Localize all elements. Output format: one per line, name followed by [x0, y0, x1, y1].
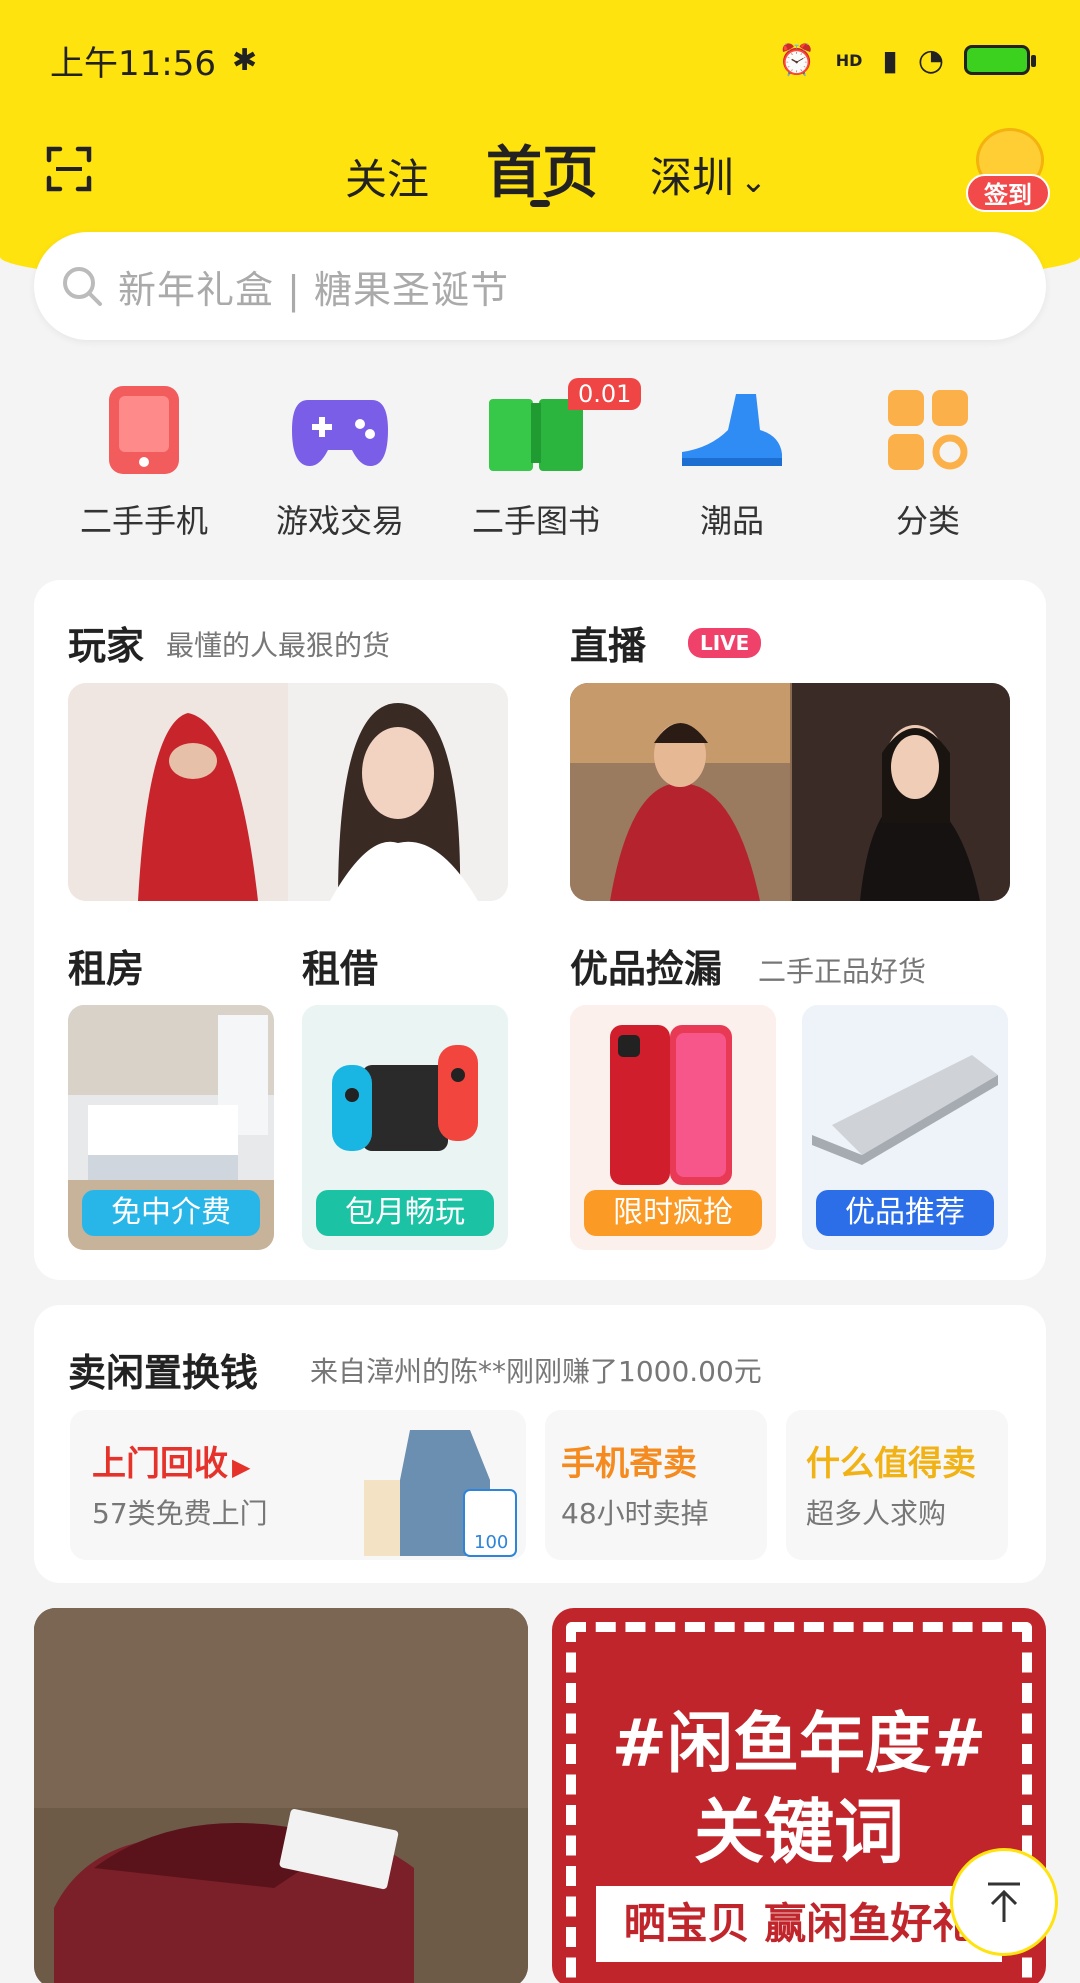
- picks-pill-1: 限时疯抢: [584, 1190, 762, 1236]
- picks-pill-2: 优品推荐: [816, 1190, 994, 1236]
- picks-title[interactable]: 优品捡漏: [570, 938, 722, 993]
- scan-icon[interactable]: [46, 146, 92, 192]
- worth-sub: 超多人求购: [806, 1497, 947, 1530]
- category-label: 游戏交易: [275, 502, 404, 540]
- category-label: 潮品: [699, 502, 764, 540]
- live-title[interactable]: 直播: [570, 615, 646, 670]
- tab-home[interactable]: 首页: [486, 128, 598, 209]
- play-icon: ▶: [232, 1453, 251, 1481]
- category-phone[interactable]: 二手手机: [46, 380, 242, 550]
- borrow-tile[interactable]: 包月畅玩: [302, 1005, 508, 1250]
- rent-tile[interactable]: 免中介费: [68, 1005, 274, 1250]
- picks-tile-phone[interactable]: 限时疯抢: [570, 1005, 776, 1250]
- tab-follow[interactable]: 关注: [345, 146, 429, 207]
- search-placeholder: 新年礼盒 | 糖果圣诞节: [118, 267, 509, 312]
- worth-title: 什么值得卖: [806, 1444, 976, 1484]
- wifi-icon: ◔: [917, 42, 944, 78]
- banner-line-1: #闲鱼年度#: [611, 1705, 987, 1782]
- battery-icon: [964, 45, 1036, 75]
- status-time: 上午11:56: [50, 43, 216, 84]
- recycle-title: 上门回收 ▶: [92, 1444, 251, 1484]
- category-label: 二手图书: [471, 502, 600, 540]
- category-row: 二手手机 游戏交易 0.01 二手图书 潮品 分类: [0, 378, 1080, 550]
- back-to-top-button[interactable]: [950, 1848, 1058, 1956]
- recycle-sub: 57类免费上门: [92, 1497, 268, 1530]
- players-title[interactable]: 玩家: [68, 615, 144, 670]
- signal-icon: ▮: [882, 43, 898, 77]
- tab-home-indicator: [530, 200, 550, 207]
- arrow-up-icon: [988, 1882, 1020, 1922]
- sneaker-icon: [682, 394, 782, 466]
- rent-title[interactable]: 租房: [68, 938, 144, 993]
- shoes-image: [34, 1608, 528, 1983]
- city-label: 深圳: [650, 153, 735, 202]
- players-image[interactable]: [68, 683, 508, 901]
- checkin-label: 签到: [966, 174, 1050, 212]
- recycle-tile[interactable]: 上门回收 ▶ 57类免费上门 100: [70, 1410, 526, 1560]
- checkin-button[interactable]: 签到: [966, 128, 1050, 218]
- consign-sub: 48小时卖掉: [561, 1497, 709, 1530]
- consign-tile[interactable]: 手机寄卖 48小时卖掉: [545, 1410, 767, 1560]
- worth-tile[interactable]: 什么值得卖 超多人求购: [786, 1410, 1008, 1560]
- recycle-item-label: 100: [474, 1532, 508, 1553]
- category-books[interactable]: 0.01 二手图书: [438, 378, 642, 550]
- xianyu-home-screen: 上午11:56 ✱ ⏰ HD ▮ ◔ 关注 首页 深圳 ⌄ 签到 新年礼盒 | …: [0, 0, 1080, 1983]
- top-nav: 关注 首页 深圳 ⌄ 签到: [0, 120, 1080, 230]
- category-games[interactable]: 游戏交易: [242, 380, 438, 550]
- live-image[interactable]: [570, 683, 1010, 901]
- category-trend[interactable]: 潮品: [634, 380, 830, 550]
- grid-icon: [888, 390, 968, 470]
- gamepad-icon: [292, 400, 388, 466]
- bluetooth-icon: ✱: [231, 42, 258, 78]
- feed-item-shoes[interactable]: [34, 1608, 528, 1983]
- recycle-items-image: 100: [364, 1430, 517, 1557]
- consign-title: 手机寄卖: [561, 1444, 697, 1484]
- picks-subtitle: 二手正品好货: [758, 955, 927, 988]
- alarm-icon: ⏰: [778, 42, 816, 78]
- live-badge: LIVE: [688, 628, 762, 658]
- category-badge: 0.01: [568, 378, 642, 410]
- rent-pill: 免中介费: [82, 1190, 260, 1236]
- hd-label: HD: [835, 50, 863, 70]
- phone-icon: [109, 386, 179, 474]
- category-all[interactable]: 分类: [830, 380, 1026, 550]
- chevron-down-icon: ⌄: [740, 162, 767, 200]
- sell-title[interactable]: 卖闲置换钱: [68, 1342, 258, 1397]
- sell-ticker: 来自漳州的陈**刚刚赚了1000.00元: [310, 1355, 762, 1388]
- banner-line-3: 晒宝贝 赢闲鱼好礼: [596, 1886, 1002, 1962]
- category-label: 二手手机: [79, 502, 208, 540]
- borrow-pill: 包月畅玩: [316, 1190, 494, 1236]
- search-icon: [63, 267, 102, 306]
- status-bar: 上午11:56 ✱ ⏰ HD ▮ ◔: [0, 0, 1080, 120]
- category-label: 分类: [895, 502, 960, 540]
- city-selector[interactable]: 深圳 ⌄: [650, 144, 767, 205]
- players-subtitle: 最懂的人最狠的货: [166, 629, 391, 662]
- search-bar[interactable]: 新年礼盒 | 糖果圣诞节: [34, 232, 1046, 340]
- borrow-title[interactable]: 租借: [302, 938, 378, 993]
- picks-tile-laptop[interactable]: 优品推荐: [802, 1005, 1008, 1250]
